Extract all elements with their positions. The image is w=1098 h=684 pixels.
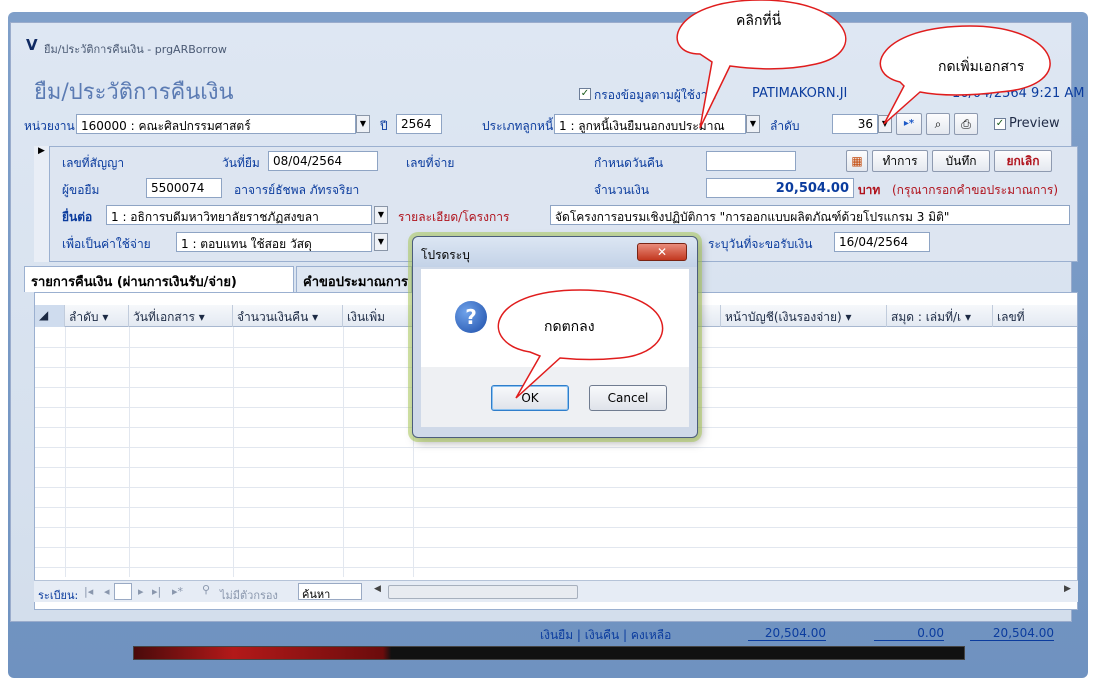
callout-press-ok-bubble [497,289,664,399]
annotation-layer [497,0,1051,399]
callout-add-document: กดเพิ่มเอกสาร [938,59,1025,75]
callout-click-here: คลิกที่นี่ [736,13,782,29]
callout-press-ok: กดตกลง [544,319,595,335]
